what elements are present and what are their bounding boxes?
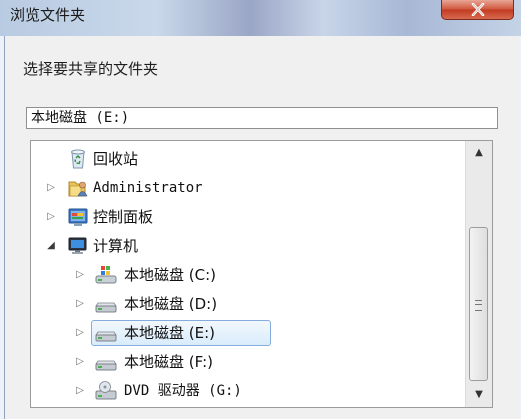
user-folder-icon [67, 178, 89, 198]
tree-item-label: 本地磁盘 (E:) [124, 324, 216, 342]
tree-item-control-panel[interactable]: ▷ 控制面板 [31, 204, 461, 230]
tree-item-label: 本地磁盘 (C:) [124, 266, 216, 284]
scroll-down-button[interactable]: ▼ [466, 385, 492, 405]
expand-arrow-icon[interactable]: ▷ [46, 182, 56, 194]
collapse-arrow-icon[interactable]: ◢ [46, 240, 56, 252]
hard-drive-icon [95, 352, 117, 372]
tree-item-drive-f[interactable]: ▷ 本地磁盘 (F:) [31, 349, 461, 375]
tree-item-label: 回收站 [93, 150, 139, 168]
tree-item-label: Administrator [93, 180, 203, 196]
tree-item-label: 本地磁盘 (D:) [124, 295, 218, 313]
recycle-bin-icon [67, 149, 89, 169]
window-title: 浏览文件夹 [10, 6, 86, 24]
tree-item-drive-e[interactable]: ▷ 本地磁盘 (E:) [31, 320, 461, 346]
control-panel-icon [67, 207, 89, 227]
expand-arrow-icon[interactable]: ▷ [75, 385, 85, 397]
folder-tree[interactable]: 回收站 ▷ Administrator ▷ 控制面板 ◢ 计算机 ▷ 本地磁盘 … [30, 140, 493, 408]
close-button[interactable] [441, 0, 514, 20]
vertical-scrollbar[interactable]: ▲ ▼ [465, 141, 492, 407]
expand-arrow-icon[interactable]: ▷ [75, 327, 85, 339]
scroll-up-button[interactable]: ▲ [466, 143, 492, 163]
hard-drive-icon [95, 323, 117, 343]
grip-icon [475, 300, 482, 311]
expand-arrow-icon[interactable]: ▷ [75, 298, 85, 310]
tree-item-label: 本地磁盘 (F:) [124, 353, 213, 371]
tree-item-label: 计算机 [93, 237, 139, 255]
tree-item-label: DVD 驱动器 (G:) [124, 383, 242, 399]
tree-item-drive-d[interactable]: ▷ 本地磁盘 (D:) [31, 291, 461, 317]
tree-item-administrator[interactable]: ▷ Administrator [31, 175, 461, 201]
system-drive-icon [95, 265, 117, 285]
computer-icon [67, 236, 89, 256]
tree-item-label: 控制面板 [93, 208, 154, 226]
dialog-prompt: 选择要共享的文件夹 [23, 60, 159, 78]
tree-item-dvd-drive[interactable]: ▷ DVD 驱动器 (G:) [31, 378, 461, 404]
folder-path-field[interactable]: 本地磁盘 (E:) [26, 107, 498, 129]
hard-drive-icon [95, 294, 117, 314]
expand-arrow-icon[interactable]: ▷ [75, 356, 85, 368]
expand-arrow-icon[interactable]: ▷ [46, 211, 56, 223]
tree-item-computer[interactable]: ◢ 计算机 [31, 233, 461, 259]
dvd-drive-icon [95, 381, 117, 401]
title-bar[interactable]: 浏览文件夹 [0, 0, 521, 36]
close-icon [471, 3, 484, 16]
tree-item-recycle-bin[interactable]: 回收站 [31, 146, 461, 172]
tree-item-drive-c[interactable]: ▷ 本地磁盘 (C:) [31, 262, 461, 288]
scrollbar-thumb[interactable] [469, 227, 488, 381]
expand-arrow-icon[interactable]: ▷ [75, 269, 85, 281]
